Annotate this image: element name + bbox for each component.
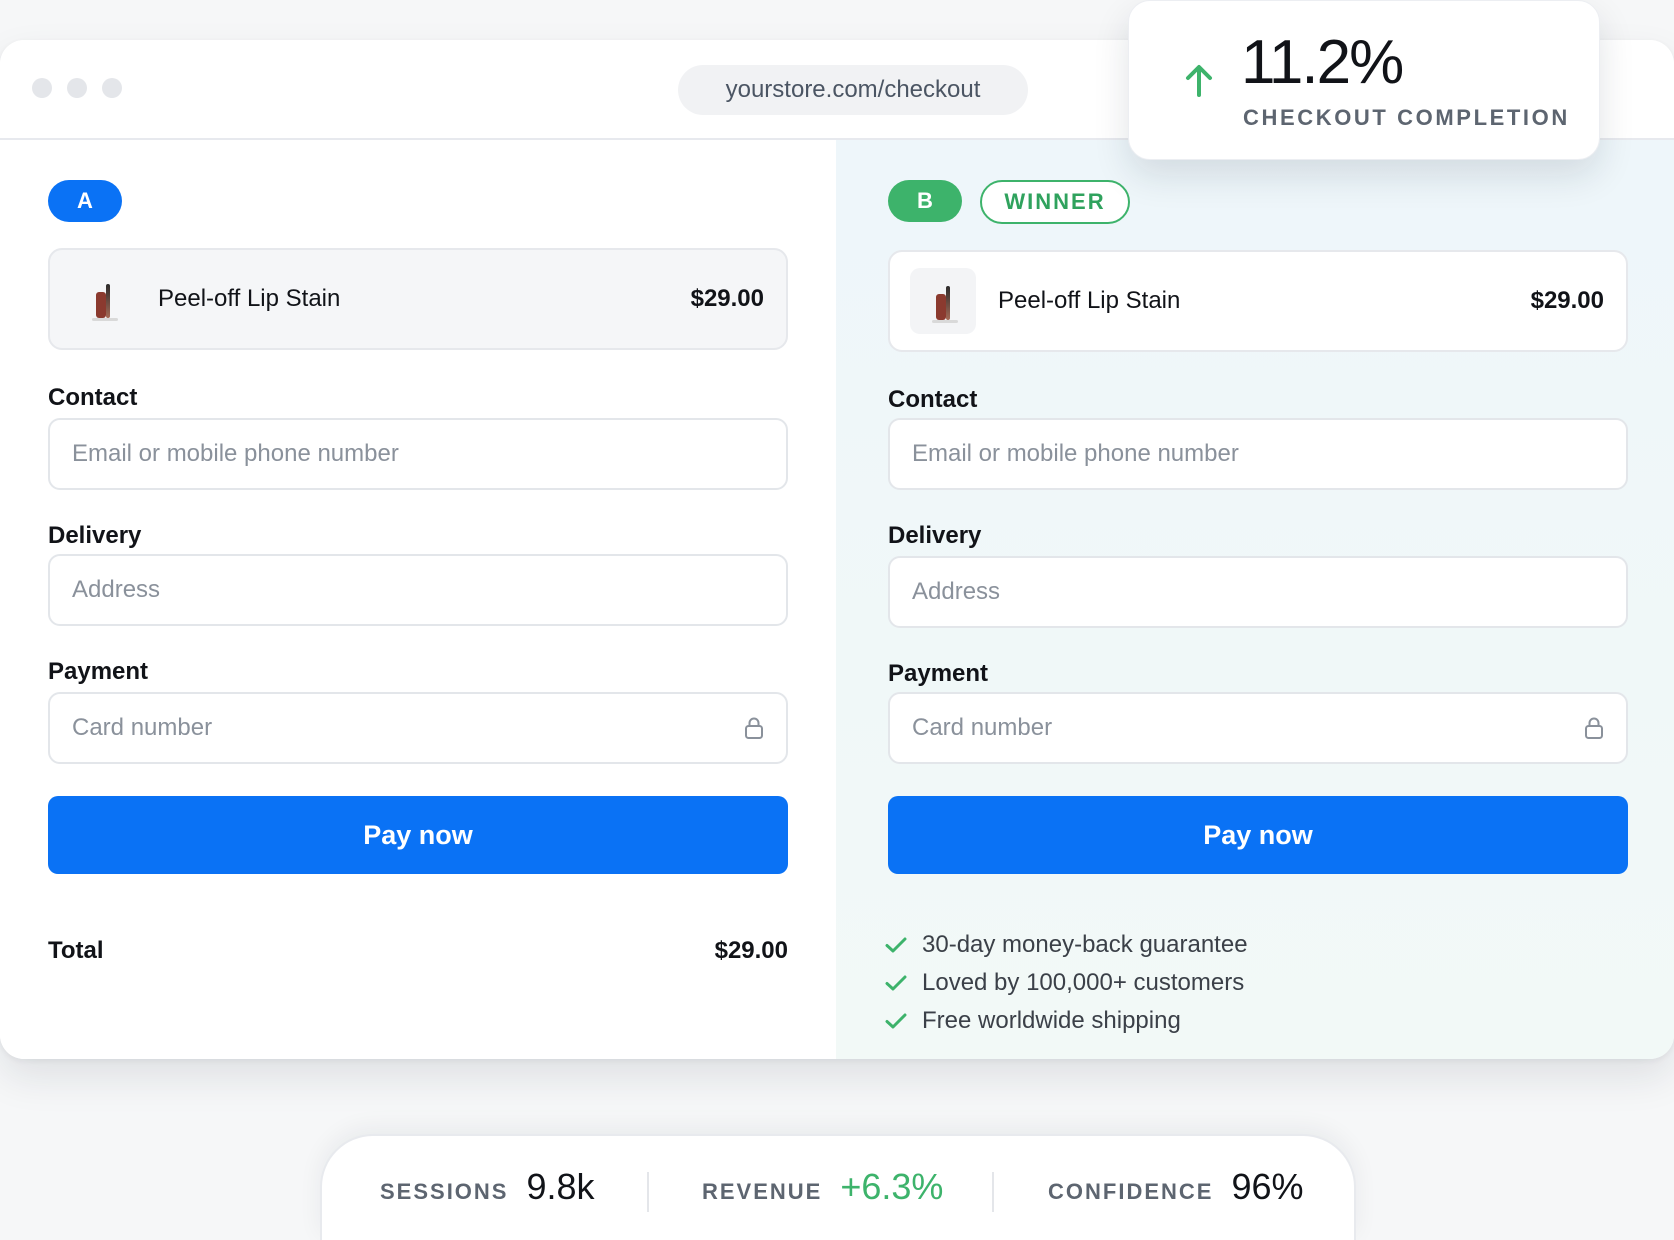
delivery-label: Delivery — [888, 522, 982, 549]
trust-perks-list: 30-day money-back guarantee Loved by 100… — [884, 926, 1248, 1040]
completion-value: 11.2% — [1241, 28, 1404, 97]
total-value: $29.00 — [714, 937, 788, 964]
card-number-placeholder: Card number — [72, 714, 213, 741]
contact-placeholder: Email or mobile phone number — [72, 440, 399, 467]
address-bar-url: yourstore.com/checkout — [725, 76, 981, 103]
delivery-label: Delivery — [48, 522, 142, 549]
contact-placeholder: Email or mobile phone number — [912, 440, 1239, 467]
product-price: $29.00 — [690, 285, 764, 312]
contact-field[interactable]: Email or mobile phone number — [48, 418, 788, 490]
contact-label: Contact — [48, 384, 138, 411]
variant-b-panel: B WINNER Peel-off Lip Stain $29.00 Conta… — [836, 140, 1674, 1059]
browser-window: yourstore.com/checkout A Peel-off Lip St… — [0, 40, 1674, 1059]
check-icon — [885, 937, 907, 953]
card-number-field[interactable]: Card number — [48, 692, 788, 764]
address-field[interactable]: Address — [888, 556, 1628, 628]
payment-label: Payment — [888, 660, 989, 687]
confidence-label: CONFIDENCE — [1048, 1179, 1214, 1204]
address-placeholder: Address — [912, 578, 1001, 605]
pay-now-button[interactable]: Pay now — [888, 796, 1628, 874]
perk-item: Loved by 100,000+ customers — [884, 964, 1248, 1002]
lip-stain-bottle-icon — [936, 294, 946, 320]
winner-badge: WINNER — [980, 180, 1130, 224]
address-bar[interactable]: yourstore.com/checkout — [678, 65, 1028, 115]
variant-b-badge: B — [888, 180, 962, 222]
window-minimize-dot[interactable] — [67, 78, 87, 98]
stat-divider — [647, 1172, 649, 1212]
lock-icon — [745, 717, 763, 739]
order-total-row: Total $29.00 — [48, 937, 788, 965]
product-summary-card: Peel-off Lip Stain $29.00 — [48, 248, 788, 350]
confidence-stat: CONFIDENCE 96% — [1048, 1166, 1304, 1208]
contact-field[interactable]: Email or mobile phone number — [888, 418, 1628, 490]
sessions-stat: SESSIONS 9.8k — [380, 1166, 595, 1208]
sessions-label: SESSIONS — [380, 1179, 509, 1204]
confidence-value: 96% — [1231, 1166, 1304, 1207]
product-thumbnail — [70, 266, 136, 332]
completion-label: CHECKOUT COMPLETION — [1243, 105, 1570, 130]
check-icon — [885, 975, 907, 991]
lip-stain-wand-icon — [946, 286, 950, 320]
checkout-completion-card: 11.2% CHECKOUT COMPLETION — [1128, 0, 1600, 160]
experiment-stats-bar: SESSIONS 9.8k REVENUE +6.3% CONFIDENCE 9… — [320, 1134, 1356, 1240]
product-name: Peel-off Lip Stain — [158, 285, 341, 312]
perk-text: Free worldwide shipping — [922, 1007, 1181, 1034]
perk-text: 30-day money-back guarantee — [922, 931, 1248, 958]
total-label: Total — [48, 937, 104, 964]
check-icon — [885, 1013, 907, 1029]
card-number-field[interactable]: Card number — [888, 692, 1628, 764]
revenue-value: +6.3% — [840, 1166, 944, 1207]
variant-a-panel: A Peel-off Lip Stain $29.00 Contact Emai… — [0, 140, 836, 1059]
perk-text: Loved by 100,000+ customers — [922, 969, 1245, 996]
lip-stain-bottle-icon — [96, 292, 106, 318]
perk-item: Free worldwide shipping — [884, 1002, 1248, 1040]
contact-label: Contact — [888, 386, 978, 413]
product-thumbnail — [910, 268, 976, 334]
perk-item: 30-day money-back guarantee — [884, 926, 1248, 964]
lock-icon — [1585, 717, 1603, 739]
stat-divider — [992, 1172, 994, 1212]
product-name: Peel-off Lip Stain — [998, 287, 1181, 314]
revenue-label: REVENUE — [702, 1179, 823, 1204]
product-summary-card: Peel-off Lip Stain $29.00 — [888, 250, 1628, 352]
window-maximize-dot[interactable] — [102, 78, 122, 98]
variant-a-badge: A — [48, 180, 122, 222]
card-number-placeholder: Card number — [912, 714, 1053, 741]
payment-label: Payment — [48, 658, 149, 685]
revenue-stat: REVENUE +6.3% — [702, 1166, 943, 1208]
arrow-up-icon — [1186, 65, 1212, 97]
address-field[interactable]: Address — [48, 554, 788, 626]
sessions-value: 9.8k — [526, 1166, 595, 1207]
lip-stain-wand-icon — [106, 284, 110, 318]
pay-now-button[interactable]: Pay now — [48, 796, 788, 874]
product-price: $29.00 — [1530, 287, 1604, 314]
window-close-dot[interactable] — [32, 78, 52, 98]
address-placeholder: Address — [72, 576, 161, 603]
